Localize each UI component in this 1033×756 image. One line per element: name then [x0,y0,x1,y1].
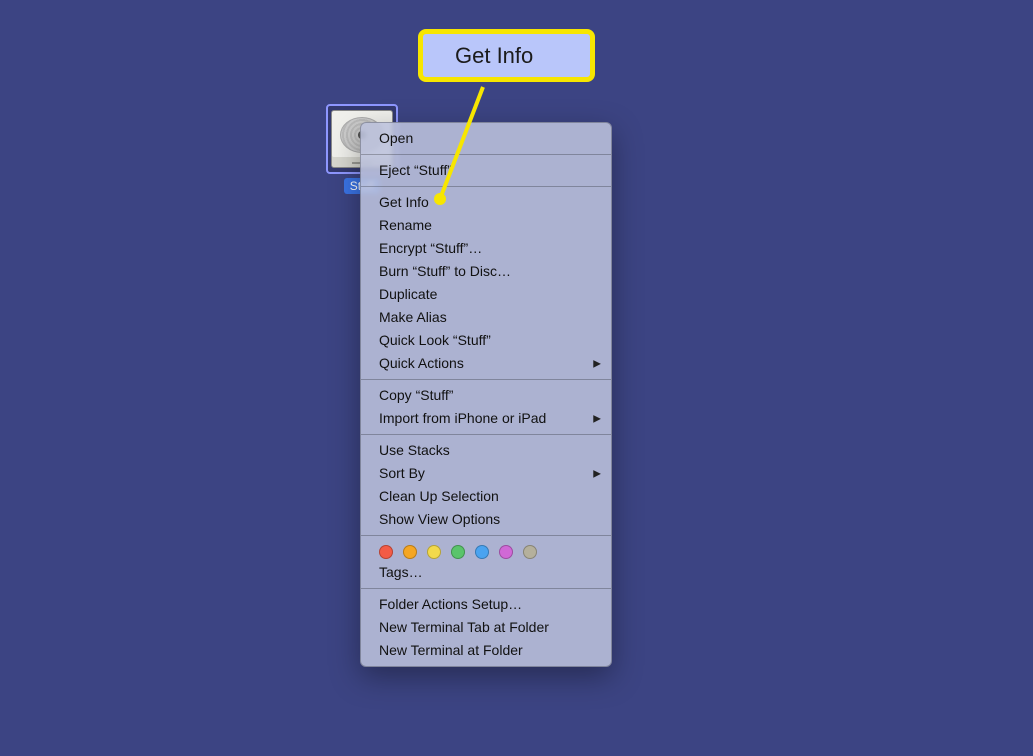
menu-tags-row [361,540,611,561]
menu-item-folder-actions-setup[interactable]: Folder Actions Setup… [361,593,611,616]
menu-item-show-view-options[interactable]: Show View Options [361,508,611,531]
menu-item-open[interactable]: Open [361,127,611,150]
menu-item-burn-stuff-to-disc[interactable]: Burn “Stuff” to Disc… [361,260,611,283]
menu-item-duplicate[interactable]: Duplicate [361,283,611,306]
menu-separator [361,535,611,536]
context-menu: Open Eject “Stuff” Get InfoRenameEncrypt “… [360,122,612,667]
chevron-right-icon: ▶ [593,464,601,483]
chevron-right-icon: ▶ [593,354,601,373]
tag-color-dot[interactable] [499,545,513,559]
menu-item-encrypt-stuff[interactable]: Encrypt “Stuff”… [361,237,611,260]
tag-color-dot[interactable] [523,545,537,559]
menu-item-quick-look-stuff[interactable]: Quick Look “Stuff” [361,329,611,352]
menu-item-eject-stuff[interactable]: Eject “Stuff” [361,159,611,182]
menu-item-new-terminal-tab-at-folder[interactable]: New Terminal Tab at Folder [361,616,611,639]
tag-color-dot[interactable] [379,545,393,559]
menu-separator [361,434,611,435]
menu-item-quick-actions[interactable]: Quick Actions▶ [361,352,611,375]
menu-item-tags[interactable]: Tags… [361,561,611,584]
menu-item-make-alias[interactable]: Make Alias [361,306,611,329]
menu-separator [361,154,611,155]
tag-color-dot[interactable] [451,545,465,559]
menu-item-use-stacks[interactable]: Use Stacks [361,439,611,462]
menu-item-import-from-iphone-or-ipad[interactable]: Import from iPhone or iPad▶ [361,407,611,430]
menu-item-rename[interactable]: Rename [361,214,611,237]
menu-item-clean-up-selection[interactable]: Clean Up Selection [361,485,611,508]
menu-separator [361,186,611,187]
tag-color-dot[interactable] [403,545,417,559]
menu-item-new-terminal-at-folder[interactable]: New Terminal at Folder [361,639,611,662]
menu-item-sort-by[interactable]: Sort By▶ [361,462,611,485]
menu-item-get-info[interactable]: Get Info [361,191,611,214]
tag-color-dot[interactable] [475,545,489,559]
menu-item-copy-stuff[interactable]: Copy “Stuff” [361,384,611,407]
callout-text: Get Info [455,43,533,69]
chevron-right-icon: ▶ [593,409,601,428]
tag-color-dot[interactable] [427,545,441,559]
menu-separator [361,588,611,589]
menu-separator [361,379,611,380]
callout-get-info: Get Info [418,29,595,82]
